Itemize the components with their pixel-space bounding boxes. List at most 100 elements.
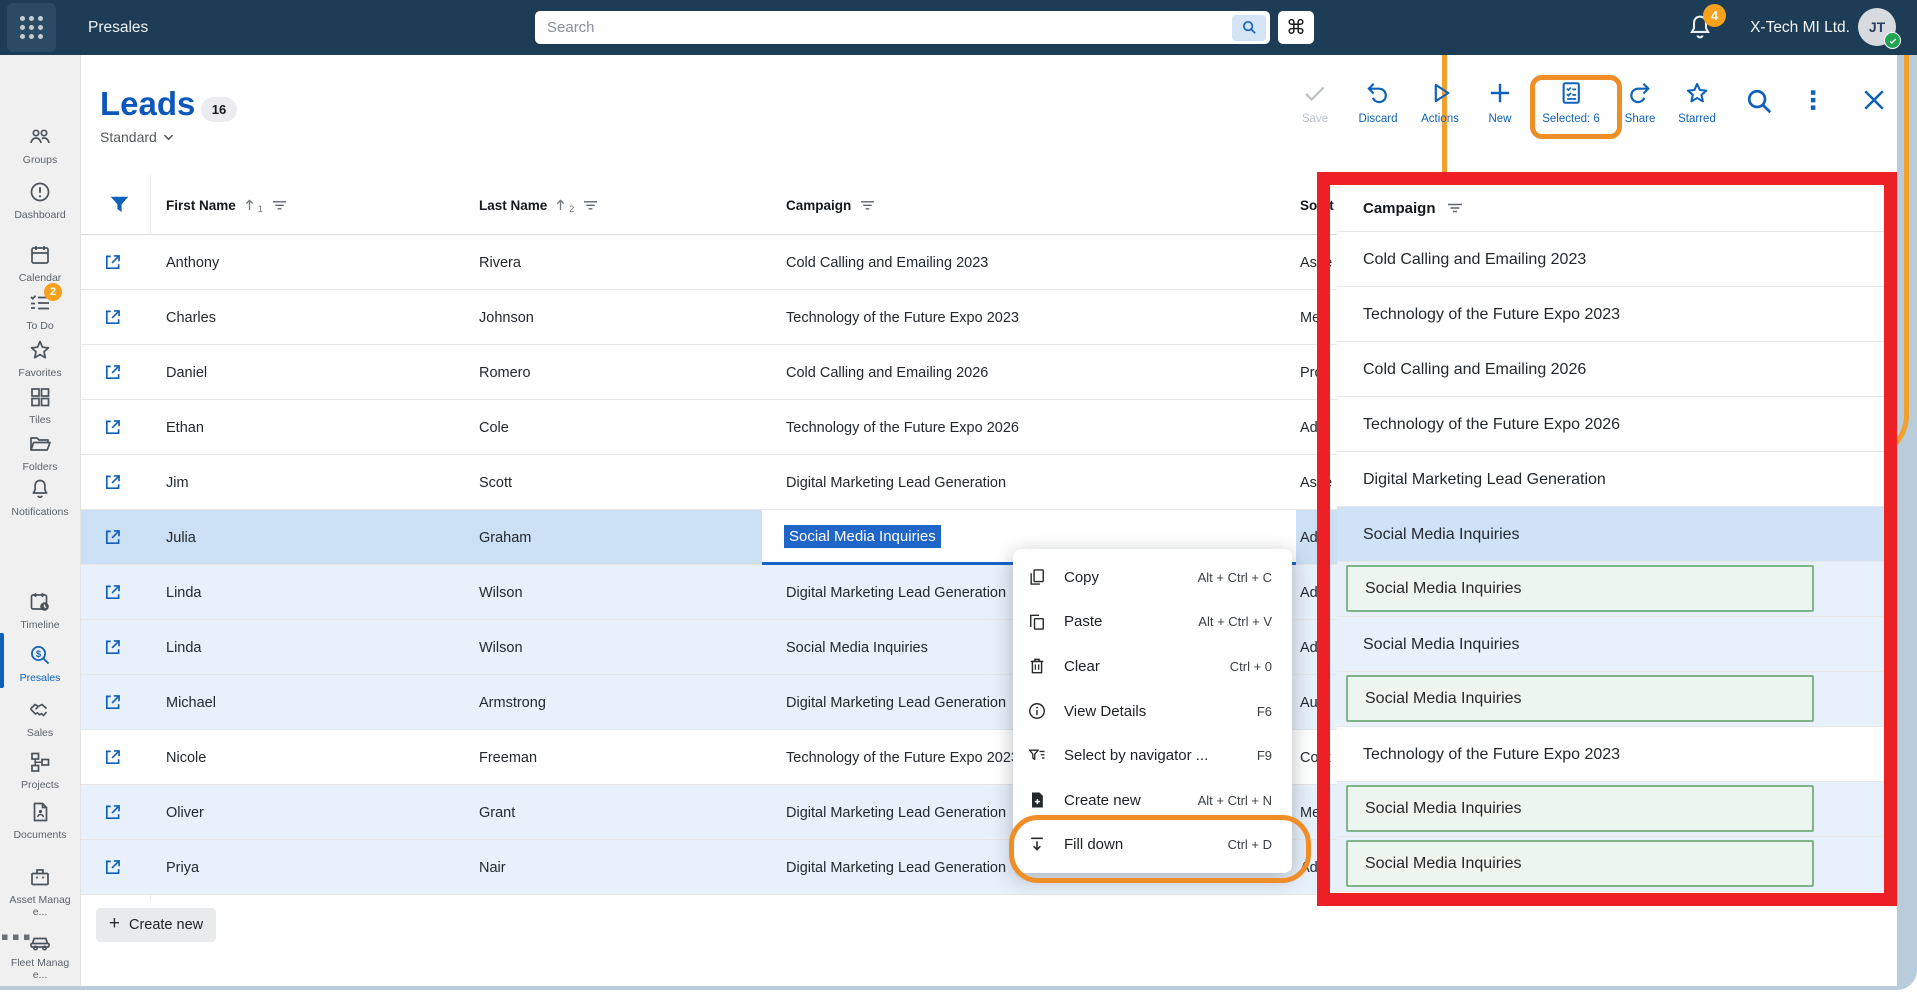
menu-item-label: Copy — [1064, 569, 1198, 586]
overlay-row-text: Technology of the Future Expo 2023 — [1363, 727, 1620, 782]
cell-campaign: Digital Marketing Lead Generation — [786, 565, 1006, 620]
open-record-icon[interactable] — [102, 527, 123, 548]
cell-solution: Asse — [1300, 455, 1332, 510]
open-record-icon[interactable] — [102, 802, 123, 823]
menu-item-label: Create new — [1064, 792, 1198, 809]
actions-button[interactable]: Actions — [1421, 80, 1459, 125]
menu-item-view-details[interactable]: View DetailsF6 — [1013, 689, 1292, 734]
cell-solution: Addi — [1300, 565, 1329, 620]
cell-campaign: Digital Marketing Lead Generation — [786, 785, 1006, 840]
table-search-button[interactable] — [1744, 86, 1770, 117]
open-record-icon[interactable] — [102, 362, 123, 383]
cell-first-name: Nicole — [166, 730, 206, 785]
overlay-row-text: Cold Calling and Emailing 2026 — [1363, 342, 1586, 397]
keyboard-shortcut-button[interactable]: ⌘ — [1278, 11, 1314, 44]
open-record-icon[interactable] — [102, 252, 123, 273]
menu-item-select-by-navigator[interactable]: Select by navigator ...F9 — [1013, 733, 1292, 778]
share-button[interactable]: Share — [1625, 80, 1656, 125]
cell-solution: Mea — [1300, 290, 1328, 345]
sidebar-item-calendar[interactable]: Calendar — [0, 243, 80, 285]
filled-cell-highlight: Social Media Inquiries — [1346, 785, 1814, 832]
cell-campaign: Cold Calling and Emailing 2023 — [786, 235, 988, 290]
sidebar-item-favorites[interactable]: Favorites — [0, 338, 80, 380]
column-header-first-name[interactable]: First Name1 — [166, 175, 288, 235]
open-record-icon[interactable] — [102, 692, 123, 713]
overlay-row-text: Technology of the Future Expo 2026 — [1363, 397, 1620, 452]
search-input[interactable] — [535, 19, 1232, 36]
open-record-icon[interactable] — [102, 637, 123, 658]
sidebar-more-button[interactable] — [0, 933, 80, 941]
cell-first-name: Daniel — [166, 345, 207, 400]
overlay-row-text: Social Media Inquiries — [1365, 567, 1522, 610]
close-icon — [1860, 86, 1886, 112]
cell-campaign: Cold Calling and Emailing 2026 — [786, 345, 988, 400]
sidebar-item-documents[interactable]: Documents — [0, 800, 80, 842]
sidebar-item-presales[interactable]: $Presales — [0, 643, 80, 685]
column-header-campaign[interactable]: Campaign — [786, 175, 876, 235]
cell-last-name: Wilson — [479, 620, 523, 675]
sidebar-item-timeline[interactable]: Timeline — [0, 590, 80, 632]
discard-icon — [1365, 80, 1391, 106]
create-new-button[interactable]: + Create new — [96, 908, 216, 942]
cell-campaign: Technology of the Future Expo 2026 — [786, 400, 1019, 455]
open-record-icon[interactable] — [102, 417, 123, 438]
starred-button[interactable]: Starred — [1678, 80, 1716, 125]
selected-count-button[interactable]: Selected: 6 — [1542, 80, 1600, 125]
sidebar-item-to-do[interactable]: 2To Do — [0, 291, 80, 333]
sidebar-item-folders[interactable]: Folders — [0, 432, 80, 474]
view-selector[interactable]: Standard — [100, 129, 174, 145]
selected-icon — [1558, 80, 1584, 106]
organization-name: X-Tech MI Ltd. — [1615, 0, 1850, 55]
create-icon — [1027, 790, 1047, 810]
column-header-label: First Name — [166, 198, 236, 213]
new-button[interactable]: New — [1487, 80, 1513, 125]
online-status-icon — [1884, 32, 1901, 49]
menu-item-fill-down[interactable]: Fill downCtrl + D — [1013, 823, 1292, 868]
save-button[interactable]: Save — [1302, 80, 1328, 125]
sidebar-item-asset-manage[interactable]: Asset Manage... — [0, 865, 80, 918]
cell-first-name: Michael — [166, 675, 216, 730]
filter-funnel-icon[interactable] — [107, 192, 132, 217]
open-record-icon[interactable] — [102, 582, 123, 603]
sidebar-item-sales[interactable]: Sales — [0, 698, 80, 740]
filter-lines-icon — [582, 199, 599, 212]
cell-first-name: Priya — [166, 840, 199, 895]
global-search — [535, 11, 1270, 44]
sidebar-item-projects[interactable]: Projects — [0, 750, 80, 792]
overlay-row: Technology of the Future Expo 2026 — [1337, 397, 1884, 452]
cell-last-name: Johnson — [479, 290, 534, 345]
menu-item-copy[interactable]: CopyAlt + Ctrl + C — [1013, 555, 1292, 600]
open-record-icon[interactable] — [102, 472, 123, 493]
more-options-button[interactable] — [1800, 86, 1826, 117]
sort-order-number: 2 — [569, 204, 574, 214]
command-key-icon: ⌘ — [1286, 15, 1306, 40]
sidebar-item-dashboard[interactable]: Dashboard — [0, 180, 80, 222]
search-submit-button[interactable] — [1232, 15, 1266, 41]
menu-item-create-new[interactable]: Create newAlt + Ctrl + N — [1013, 778, 1292, 823]
overlay-row-text: Digital Marketing Lead Generation — [1363, 452, 1606, 507]
menu-item-label: Clear — [1064, 658, 1230, 675]
overlay-row-text: Technology of the Future Expo 2023 — [1363, 287, 1620, 342]
dashboard-icon — [28, 180, 52, 204]
toolbar-button-label: Starred — [1678, 113, 1716, 125]
share-icon — [1627, 80, 1653, 106]
cell-solution: Auto — [1300, 675, 1330, 730]
paste-icon — [1027, 612, 1047, 632]
sidebar-item-groups[interactable]: Groups — [0, 125, 80, 167]
menu-item-clear[interactable]: ClearCtrl + 0 — [1013, 644, 1292, 689]
search-icon — [1241, 19, 1258, 36]
open-record-icon[interactable] — [102, 857, 123, 878]
open-record-icon[interactable] — [102, 307, 123, 328]
open-record-icon[interactable] — [102, 747, 123, 768]
close-button[interactable] — [1860, 86, 1886, 117]
menu-item-paste[interactable]: PasteAlt + Ctrl + V — [1013, 600, 1292, 645]
sidebar-item-notifications[interactable]: Notifications — [0, 477, 80, 519]
sidebar-item-tiles[interactable]: Tiles — [0, 385, 80, 427]
column-header-last-name[interactable]: Last Name2 — [479, 175, 599, 235]
toolbar-button-label: New — [1487, 113, 1513, 125]
menu-item-label: Fill down — [1064, 836, 1228, 853]
discard-button[interactable]: Discard — [1359, 80, 1398, 125]
cell-first-name: Anthony — [166, 235, 219, 290]
app-launcher-button[interactable] — [7, 3, 56, 52]
top-navigation-bar: Presales ⌘ 4 X-Tech MI Ltd. JT — [0, 0, 1917, 55]
